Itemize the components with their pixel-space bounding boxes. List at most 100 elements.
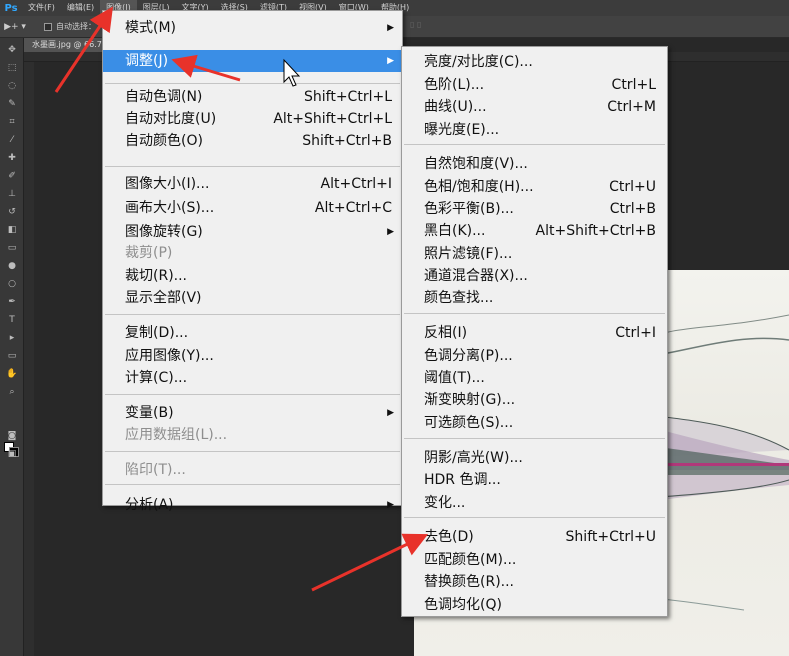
menu-item-label: 变量(B) xyxy=(125,405,174,421)
adjust-menu-item[interactable]: 色调均化(Q) xyxy=(402,594,667,616)
menu-item-label: 去色(D) xyxy=(424,529,474,545)
lasso-tool-icon[interactable]: ◌ xyxy=(5,80,19,92)
adjust-menu-item[interactable]: 照片滤镜(F)... xyxy=(402,243,667,265)
adjust-menu-item[interactable]: 色调分离(P)... xyxy=(402,345,667,367)
menu-item-shortcut: Alt+Shift+Ctrl+B xyxy=(535,223,656,239)
image-menu-item[interactable]: 复制(D)... xyxy=(103,322,402,344)
screen-mode-icon[interactable]: ▣ xyxy=(5,448,19,460)
marquee-tool-icon[interactable]: ⬚ xyxy=(5,62,19,74)
image-menu-item[interactable]: 图像大小(I)... Alt+Ctrl+I xyxy=(103,173,402,195)
align-tools[interactable]: ▯ ▯ xyxy=(410,20,446,34)
image-menu-item[interactable]: 裁切(R)... xyxy=(103,265,402,287)
crop-tool-icon[interactable]: ⌗ xyxy=(5,116,19,128)
menu-edit[interactable]: 编辑(E) xyxy=(61,0,100,16)
image-menu-item[interactable]: 自动对比度(U) Alt+Shift+Ctrl+L xyxy=(103,108,402,130)
image-menu-item[interactable]: 应用图像(Y)... xyxy=(103,345,402,367)
image-menu-item[interactable]: 自动色调(N) Shift+Ctrl+L xyxy=(103,86,402,108)
menu-item-label: 自动对比度(U) xyxy=(125,111,217,127)
adjust-menu-item[interactable]: 色阶(L)... Ctrl+L xyxy=(402,74,667,96)
image-menu-item[interactable]: 图像旋转(G) ▶ xyxy=(103,221,402,243)
image-menu-item[interactable]: 显示全部(V) xyxy=(103,287,402,309)
submenu-arrow-icon: ▶ xyxy=(387,500,394,510)
menu-item-label: 色阶(L)... xyxy=(424,77,485,93)
menu-item-label: 变化... xyxy=(424,495,466,511)
submenu-arrow-icon: ▶ xyxy=(387,408,394,418)
adjust-menu-item[interactable]: 变化... xyxy=(402,492,667,514)
menu-item-shortcut: Ctrl+B xyxy=(609,201,656,217)
move-tool-icon[interactable]: ✥ xyxy=(5,44,19,56)
image-menu-item[interactable]: 自动颜色(O) Shift+Ctrl+B xyxy=(103,130,402,152)
menu-item-label: 调整(J) xyxy=(125,53,169,69)
image-menu-item[interactable]: 调整(J) ▶ xyxy=(103,50,402,72)
submenu-arrow-icon: ▶ xyxy=(387,227,394,237)
menu-item-shortcut: Shift+Ctrl+B xyxy=(302,133,392,149)
adjust-menu-item[interactable]: 通道混合器(X)... xyxy=(402,265,667,287)
menu-item-shortcut: Shift+Ctrl+L xyxy=(304,89,392,105)
menu-item-label: 替换颜色(R)... xyxy=(424,574,515,590)
adjust-menu-item[interactable]: 反相(I) Ctrl+I xyxy=(402,322,667,344)
menu-item-shortcut: Shift+Ctrl+U xyxy=(565,529,656,545)
image-menu-item[interactable]: 计算(C)... xyxy=(103,367,402,389)
menu-item-shortcut: Ctrl+M xyxy=(607,99,656,115)
menu-file[interactable]: 文件(F) xyxy=(22,0,61,16)
menu-separator xyxy=(404,517,665,518)
adjust-menu-item[interactable]: 可选颜色(S)... xyxy=(402,412,667,434)
menu-item-label: 阴影/高光(W)... xyxy=(424,450,523,466)
menu-item-shortcut: Ctrl+U xyxy=(609,179,656,195)
menu-item-label: 自动色调(N) xyxy=(125,89,203,105)
menu-item-label: 阈值(T)... xyxy=(424,370,485,386)
adjust-menu-item[interactable]: 去色(D) Shift+Ctrl+U xyxy=(402,526,667,548)
image-menu-item[interactable]: 画布大小(S)... Alt+Ctrl+C xyxy=(103,197,402,219)
blur-tool-icon[interactable]: ● xyxy=(5,260,19,272)
quick-mask-icon[interactable]: ◙ xyxy=(5,430,19,442)
menu-item-label: 可选颜色(S)... xyxy=(424,415,514,431)
adjust-menu-item[interactable]: 亮度/对比度(C)... xyxy=(402,51,667,73)
hand-tool-icon[interactable]: ✋ xyxy=(5,368,19,380)
eraser-tool-icon[interactable]: ◧ xyxy=(5,224,19,236)
move-tool-preset[interactable]: ▶+ ▾ xyxy=(0,18,30,36)
menu-item-shortcut: Ctrl+I xyxy=(615,325,656,341)
menu-item-label: 应用图像(Y)... xyxy=(125,348,214,364)
adjust-menu-item[interactable]: 黑白(K)... Alt+Shift+Ctrl+B xyxy=(402,220,667,242)
adjust-menu-item[interactable]: 曲线(U)... Ctrl+M xyxy=(402,96,667,118)
adjust-menu-item[interactable]: 色彩平衡(B)... Ctrl+B xyxy=(402,198,667,220)
healing-brush-icon[interactable]: ✚ xyxy=(5,152,19,164)
menu-separator xyxy=(105,83,400,84)
zoom-tool-icon[interactable]: ⌕ xyxy=(5,386,19,398)
menu-separator xyxy=(404,313,665,314)
adjust-menu-item[interactable]: 色相/饱和度(H)... Ctrl+U xyxy=(402,176,667,198)
menu-item-label: 色相/饱和度(H)... xyxy=(424,179,534,195)
gradient-tool-icon[interactable]: ▭ xyxy=(5,242,19,254)
menu-item-label: 色调均化(Q) xyxy=(424,597,502,613)
type-tool-icon[interactable]: T xyxy=(5,314,19,326)
image-menu-item[interactable]: 变量(B) ▶ xyxy=(103,402,402,424)
path-select-icon[interactable]: ▸ xyxy=(5,332,19,344)
history-brush-icon[interactable]: ↺ xyxy=(5,206,19,218)
clone-stamp-icon[interactable]: ⊥ xyxy=(5,188,19,200)
brush-tool-icon[interactable]: ✐ xyxy=(5,170,19,182)
adjust-menu-item[interactable]: 渐变映射(G)... xyxy=(402,389,667,411)
adjust-menu-item[interactable]: 匹配颜色(M)... xyxy=(402,549,667,571)
menu-separator xyxy=(105,394,400,395)
dodge-tool-icon[interactable]: ○ xyxy=(5,278,19,290)
adjust-menu-item[interactable]: 替换颜色(R)... xyxy=(402,571,667,593)
menu-item-label: 陷印(T)... xyxy=(125,462,186,478)
adjust-menu-item[interactable]: 颜色查找... xyxy=(402,287,667,309)
adjust-menu-item[interactable]: HDR 色调... xyxy=(402,469,667,491)
shape-tool-icon[interactable]: ▭ xyxy=(5,350,19,362)
pen-tool-icon[interactable]: ✒ xyxy=(5,296,19,308)
auto-select-checkbox[interactable] xyxy=(44,22,52,31)
adjust-menu-item[interactable]: 阴影/高光(W)... xyxy=(402,447,667,469)
image-menu-item[interactable]: 分析(A) ▶ xyxy=(103,494,402,516)
menu-item-shortcut: Alt+Shift+Ctrl+L xyxy=(273,111,392,127)
adjust-menu-item[interactable]: 曝光度(E)... xyxy=(402,119,667,141)
menu-item-label: 图像旋转(G) xyxy=(125,224,203,240)
menu-item-label: 色彩平衡(B)... xyxy=(424,201,514,217)
menu-item-label: 亮度/对比度(C)... xyxy=(424,54,533,70)
adjust-menu-item[interactable]: 阈值(T)... xyxy=(402,367,667,389)
menu-item-label: 照片滤镜(F)... xyxy=(424,246,513,262)
adjust-menu-item[interactable]: 自然饱和度(V)... xyxy=(402,153,667,175)
eyedropper-tool-icon[interactable]: ⁄ xyxy=(5,134,19,146)
image-menu-item[interactable]: 模式(M) ▶ xyxy=(103,17,402,39)
quick-select-tool-icon[interactable]: ✎ xyxy=(5,98,19,110)
